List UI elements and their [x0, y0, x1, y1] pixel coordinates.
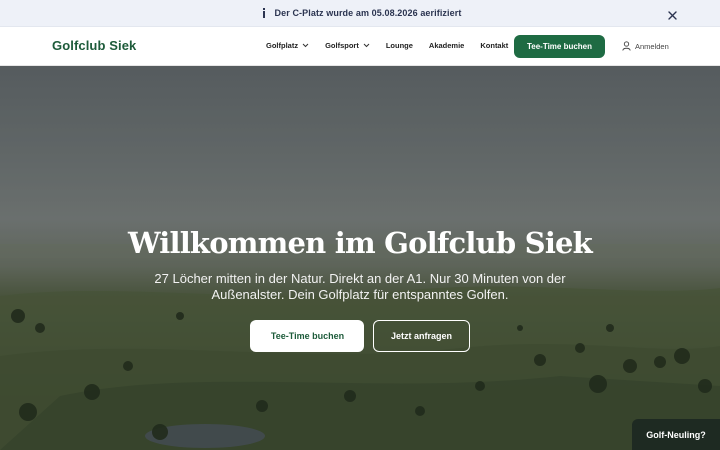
nav-item-label: Golfsport — [325, 41, 359, 50]
nav-item-label: Kontakt — [480, 41, 509, 50]
site-logo[interactable]: Golfclub Siek — [52, 38, 136, 53]
info-icon — [259, 7, 269, 19]
close-icon[interactable] — [667, 8, 678, 20]
login-link[interactable]: Anmelden — [622, 41, 669, 51]
announcement-content: Der C-Platz wurde am 05.08.2026 aerifizi… — [259, 7, 462, 19]
tee-time-hero-button[interactable]: Tee-Time buchen — [250, 320, 364, 352]
nav-item-label: Akademie — [428, 41, 465, 50]
chevron-down-icon — [302, 43, 309, 48]
site-header: Golfclub Siek Golfplatz Golfsport Lounge… — [0, 27, 720, 66]
tee-time-hero-label: Tee-Time buchen — [270, 331, 345, 341]
nav-item-akademie[interactable]: Akademie — [429, 41, 464, 50]
nav-item-label: Lounge — [385, 41, 413, 50]
hero-section: Willkommen im Golfclub Siek 27 Löcher mi… — [0, 66, 720, 450]
nav-item-label: Golfplatz — [266, 41, 299, 50]
user-icon — [622, 41, 631, 51]
nav-item-lounge[interactable]: Lounge — [386, 41, 413, 50]
tee-time-header-button[interactable]: Tee-Time buchen — [514, 35, 605, 58]
hero-subtitle: 27 Löcher mitten in der Natur. Direkt an… — [154, 271, 566, 302]
nav-item-golfsport[interactable]: Golfsport — [325, 41, 370, 50]
login-label: Anmelden — [635, 41, 669, 51]
announcement-text: Der C-Platz wurde am 05.08.2026 aerifizi… — [274, 8, 462, 18]
nav-item-kontakt[interactable]: Kontakt — [480, 41, 508, 50]
announcement-bar: Der C-Platz wurde am 05.08.2026 aerifizi… — [0, 0, 720, 27]
main-nav: Golfplatz Golfsport Lounge Akademie Kont… — [266, 41, 524, 50]
hero-title: Willkommen im Golfclub Siek — [128, 226, 593, 260]
chevron-down-icon — [363, 43, 370, 48]
inquiry-button[interactable]: Jetzt anfragen — [373, 320, 470, 352]
nav-item-golfplatz[interactable]: Golfplatz — [266, 41, 309, 50]
golf-beginner-button[interactable]: Golf-Neuling? — [632, 419, 720, 450]
